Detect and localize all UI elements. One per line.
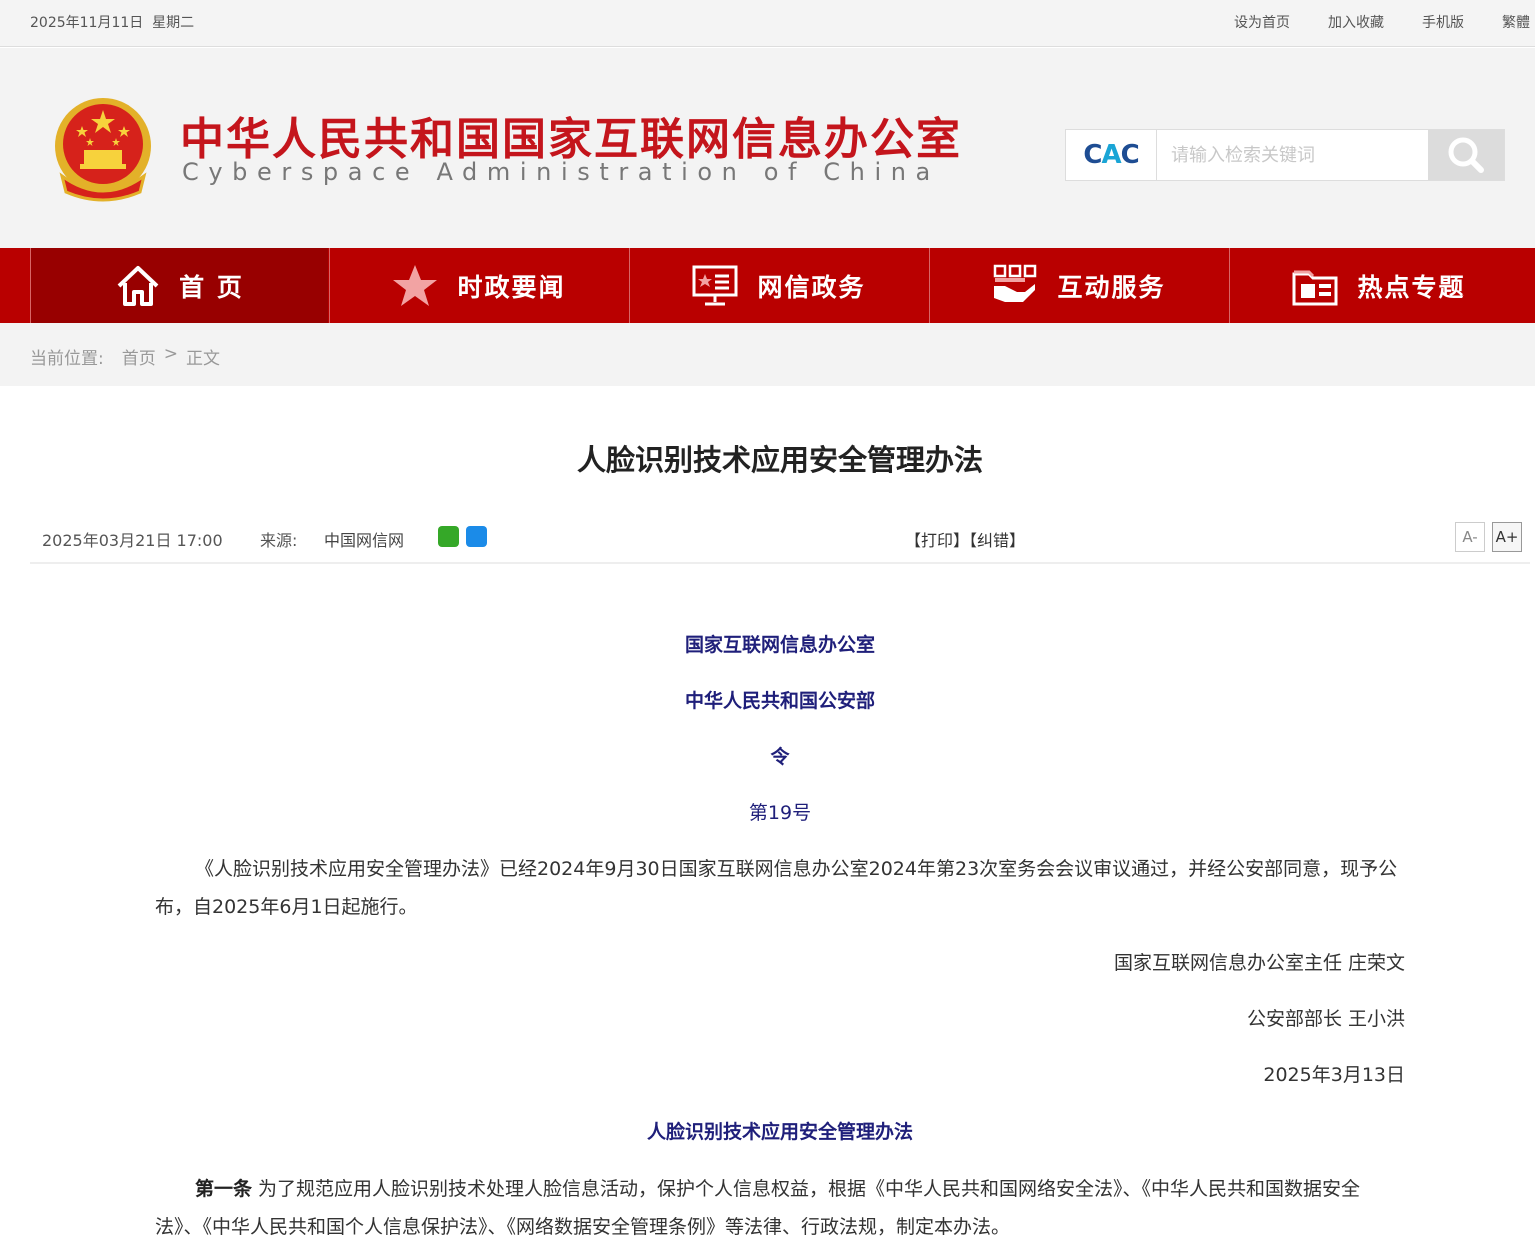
print-button[interactable]: 【打印】 [905, 531, 969, 550]
signature-mps: 公安部部长 王小洪 [1246, 1008, 1405, 1030]
site-header: 中华人民共和国国家互联网信息办公室 Cyberspace Administrat… [0, 48, 1535, 248]
home-icon [117, 265, 159, 306]
font-smaller-button[interactable]: A- [1455, 522, 1485, 552]
source-name: 中国网信网 [324, 531, 405, 550]
traditional-chinese-link[interactable]: 繁體 [1502, 12, 1530, 32]
issuer-cac: 国家互联网信息办公室 [684, 634, 875, 656]
article-tools: 【打印】【纠错】 [905, 527, 1025, 551]
nav-item-news[interactable]: 时政要闻 [329, 248, 627, 323]
nav-item-label: 时政要闻 [457, 272, 566, 302]
nav-item-label: 热点专题 [1357, 272, 1466, 302]
search-box: CAC [1065, 129, 1505, 181]
article-one-heading: 第一条 [195, 1178, 253, 1200]
signature-date: 2025年3月13日 [1263, 1064, 1405, 1086]
breadcrumb: 当前位置: 首页 > 正文 [30, 344, 228, 369]
article-meta-bar: 2025年03月21日 17:00 来源: 中国网信网 【打印】【纠错】 A- … [30, 520, 1530, 564]
nav-item-home[interactable]: 首 页 [30, 248, 328, 323]
nav-item-government-affairs[interactable]: 网信政务 [629, 248, 927, 323]
article-title: 人脸识别技术应用安全管理办法 [576, 443, 983, 477]
breadcrumb-home-link[interactable]: 首页 [122, 344, 156, 369]
folder-icon [1292, 270, 1338, 305]
site-subtitle: Cyberspace Administration of China [182, 158, 940, 186]
issuer-mps: 中华人民共和国公安部 [684, 690, 875, 712]
publish-date: 2025年03月21日 17:00 [42, 531, 223, 550]
search-icon [1448, 137, 1484, 173]
article-one-text: 为了规范应用人脸识别技术处理人脸信息活动，保护个人信息权益，根据《中华人民共和国… [155, 1178, 1361, 1238]
regulation-title: 人脸识别技术应用安全管理办法 [646, 1121, 913, 1143]
report-error-button[interactable]: 【纠错】 [969, 531, 1025, 550]
hand-icon [994, 264, 1037, 302]
qzone-share-icon[interactable] [466, 526, 487, 547]
article-one-paragraph: 第一条 为了规范应用人脸识别技术处理人脸信息活动，保护个人信息权益，根据《中华人… [155, 1170, 1405, 1242]
nav-item-hot-topics[interactable]: 热点专题 [1229, 248, 1527, 323]
top-bar: 2025年11月11日 星期二 设为首页 加入收藏 手机版 繁體 [0, 0, 1535, 47]
weekday-text: 星期二 [152, 15, 195, 31]
breadcrumb-bar: 当前位置: 首页 > 正文 [0, 323, 1535, 386]
add-favorite-link[interactable]: 加入收藏 [1328, 12, 1384, 32]
order-number: 第19号 [748, 802, 812, 824]
current-date: 2025年11月11日 星期二 [30, 12, 194, 32]
source-label: 来源: [260, 531, 298, 550]
screen-icon [692, 265, 738, 305]
promulgation-paragraph: 《人脸识别技术应用安全管理办法》已经2024年9月30日国家互联网信息办公室20… [155, 858, 1398, 918]
breadcrumb-current: 正文 [185, 349, 220, 369]
top-links: 设为首页 加入收藏 手机版 繁體 [1196, 12, 1530, 32]
nav-item-label: 互动服务 [1057, 272, 1166, 302]
order-heading: 令 [770, 746, 790, 768]
national-emblem-icon[interactable] [52, 96, 154, 202]
search-button[interactable] [1428, 130, 1504, 180]
main-nav: 首 页 时政要闻 网信政务 互动服务 热点专题 [0, 248, 1535, 323]
breadcrumb-label: 当前位置: [30, 349, 104, 369]
breadcrumb-separator: > [163, 344, 178, 364]
logo-letter-2: A [1101, 140, 1121, 170]
set-homepage-link[interactable]: 设为首页 [1234, 12, 1290, 32]
nav-item-label: 首 页 [179, 272, 244, 302]
signature-cac: 国家互联网信息办公室主任 庄荣文 [1113, 952, 1405, 974]
wechat-share-icon[interactable] [438, 526, 459, 547]
star-icon [393, 264, 438, 306]
logo-letter-1: C [1083, 140, 1102, 170]
mobile-version-link[interactable]: 手机版 [1422, 12, 1464, 32]
nav-item-label: 网信政务 [757, 272, 866, 302]
date-text: 2025年11月11日 [30, 15, 144, 31]
font-larger-button[interactable]: A+ [1492, 522, 1522, 552]
logo-letter-3: C [1120, 140, 1140, 170]
search-input[interactable] [1157, 130, 1428, 180]
nav-item-interactive-services[interactable]: 互动服务 [929, 248, 1227, 323]
cac-logo-icon: CAC [1066, 130, 1157, 180]
